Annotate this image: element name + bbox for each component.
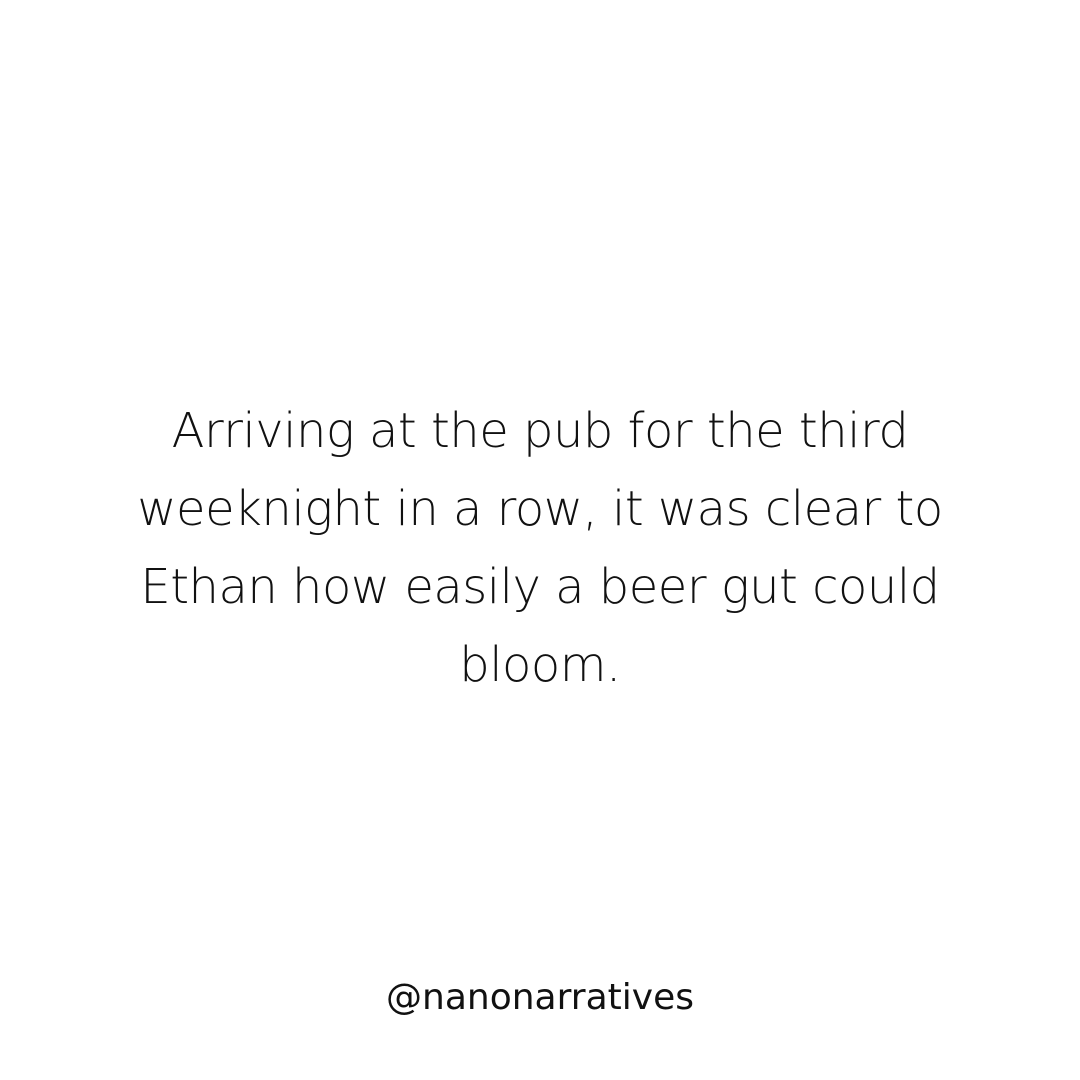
story-line-4: bloom.: [459, 637, 621, 693]
post-canvas: Arriving at the pub for the third weekni…: [0, 0, 1080, 1080]
story-text: Arriving at the pub for the third weekni…: [90, 392, 990, 704]
story-line-2: weeknight in a row, it was clear to: [137, 481, 943, 537]
account-handle: @nanonarratives: [386, 977, 694, 1018]
story-line-1: Arriving at the pub for the third: [171, 403, 909, 459]
story-line-3: Ethan how easily a beer gut could: [140, 559, 940, 615]
